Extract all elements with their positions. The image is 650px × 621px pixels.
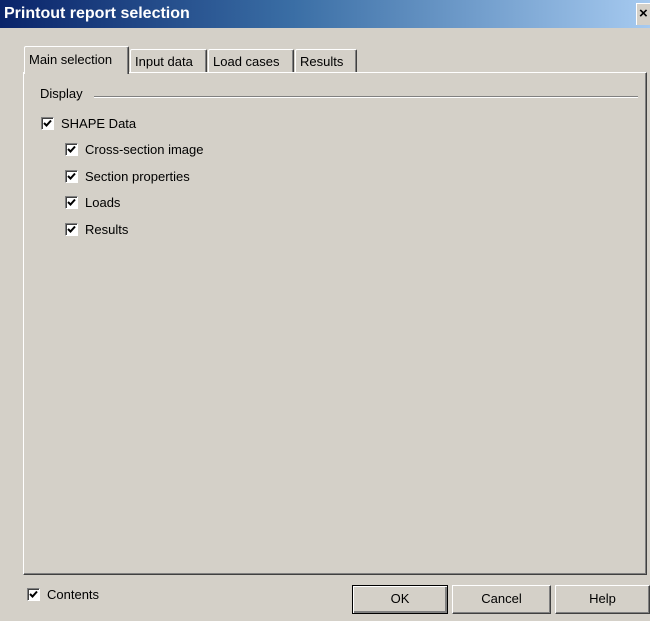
checkmark-icon: [67, 225, 76, 233]
tab-label: Load cases: [213, 54, 280, 69]
checkbox-cross-section-image[interactable]: Cross-section image: [65, 140, 204, 158]
checkbox-contents[interactable]: Contents: [27, 585, 99, 603]
group-divider: [94, 96, 638, 98]
checkbox-shape-data[interactable]: SHAPE Data: [41, 114, 136, 132]
tab-results[interactable]: Results: [295, 49, 357, 73]
checkbox-label: Results: [85, 221, 129, 237]
checkbox-label: Loads: [85, 194, 121, 210]
cancel-button[interactable]: Cancel: [452, 585, 551, 614]
tab-label: Input data: [135, 54, 193, 69]
checkbox-label: Section properties: [85, 168, 190, 184]
checkbox-results[interactable]: Results: [65, 220, 128, 238]
checkbox-label: Cross-section image: [85, 141, 204, 157]
close-button[interactable]: ×: [636, 3, 650, 25]
checkbox-label: SHAPE Data: [61, 115, 137, 131]
checkmark-icon: [29, 590, 38, 598]
tab-label: Results: [300, 54, 344, 69]
checkbox-box[interactable]: [41, 116, 54, 130]
printout-report-dialog: Printout report selection × Main selecti…: [0, 0, 650, 621]
checkmark-icon: [67, 145, 76, 153]
checkbox-box[interactable]: [65, 142, 78, 156]
checkbox-label: Contents: [47, 586, 100, 602]
checkbox-box[interactable]: [27, 587, 40, 601]
checkbox-loads[interactable]: Loads: [65, 193, 120, 211]
tab-label: Main selection: [29, 52, 113, 67]
ok-button[interactable]: OK: [352, 585, 448, 614]
checkbox-box[interactable]: [65, 169, 78, 183]
close-icon: ×: [639, 5, 648, 22]
title-bar: Printout report selection ×: [0, 0, 650, 28]
help-button[interactable]: Help: [555, 585, 650, 614]
tab-input-data[interactable]: Input data: [130, 49, 207, 73]
checkbox-box[interactable]: [65, 195, 78, 209]
tab-main-selection[interactable]: Main selection: [24, 46, 129, 74]
checkmark-icon: [67, 172, 76, 180]
checkbox-section-properties[interactable]: Section properties: [65, 167, 190, 185]
checkmark-icon: [67, 198, 76, 206]
checkmark-icon: [43, 119, 52, 127]
tab-load-cases[interactable]: Load cases: [208, 49, 294, 73]
display-group-label: Display: [40, 86, 86, 101]
checkbox-box[interactable]: [65, 222, 78, 236]
window-title: Printout report selection: [4, 5, 190, 22]
main-selection-panel: Display SHAPE Data Cross-section image S…: [23, 72, 647, 575]
